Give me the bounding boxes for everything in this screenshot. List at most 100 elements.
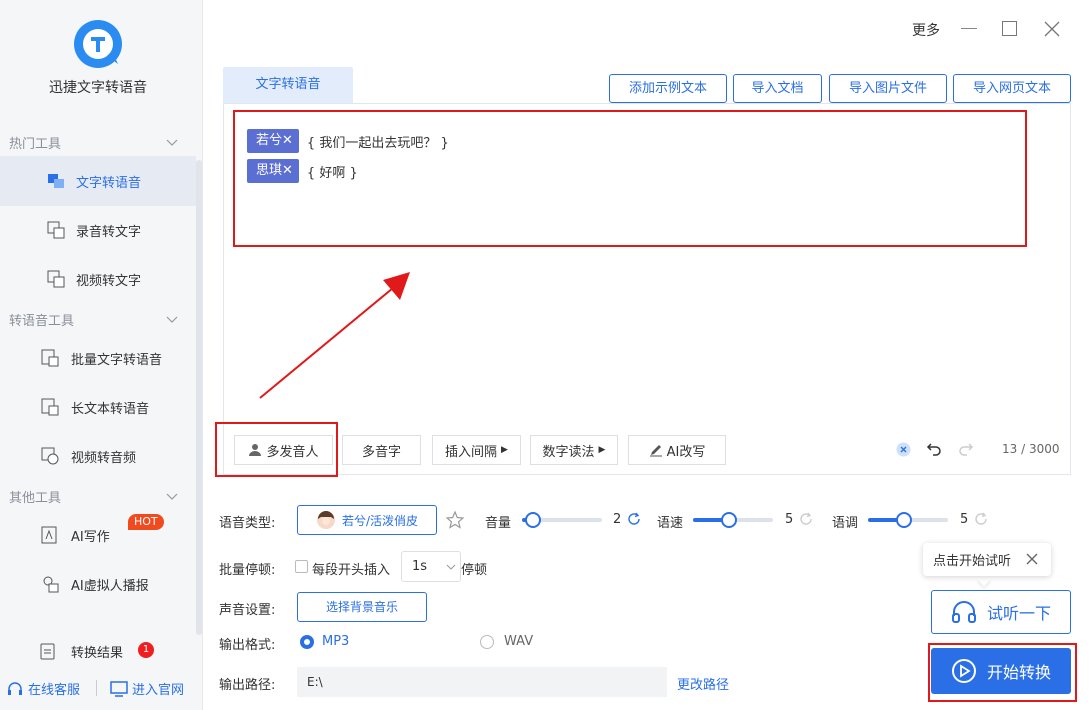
number-reading-label: 数字读法	[542, 444, 595, 460]
batch-pause-label: 批量停顿:	[219, 563, 276, 578]
batch-pause-text: 每段开头插入	[312, 563, 391, 578]
number-reading-button[interactable]: 数字读法 ▶	[530, 435, 618, 465]
sidebar-item-label: 文字转语音	[76, 175, 142, 191]
sidebar-scrollbar[interactable]	[196, 160, 202, 635]
voice-name: 若兮/活泼俏皮	[341, 513, 419, 528]
video-to-text-icon	[47, 270, 65, 288]
import-image-button[interactable]: 导入图片文件	[829, 74, 947, 103]
monitor-icon	[110, 680, 128, 697]
divider	[96, 680, 97, 696]
insert-pause-button[interactable]: 插入间隔 ▶	[432, 435, 521, 465]
chevron-down-icon[interactable]	[165, 312, 179, 326]
sidebar-item-results[interactable]: 转换结果	[0, 626, 196, 676]
start-convert-label: 开始转换	[986, 663, 1051, 682]
more-menu[interactable]: 更多	[912, 20, 940, 40]
pause-duration-select[interactable]: 1s	[401, 551, 461, 582]
sidebar-item-text-to-speech[interactable]: 文字转语音	[0, 156, 196, 206]
sidebar-item-batch-text-to-speech[interactable]: 批量文字转语音	[0, 333, 196, 383]
minimize-button[interactable]	[961, 28, 977, 29]
import-web-text-button[interactable]: 导入网页文本	[953, 74, 1071, 103]
voice-select-button[interactable]: 若兮/活泼俏皮	[297, 505, 437, 535]
caret-right-icon: ▶	[598, 445, 606, 455]
speed-value: 5	[785, 512, 794, 527]
tab-text-to-speech[interactable]: 文字转语音	[223, 67, 353, 103]
pitch-label: 语调	[832, 516, 859, 531]
chevron-down-icon[interactable]	[165, 489, 179, 503]
sidebar-item-video-to-audio[interactable]: 视频转音频	[0, 431, 196, 481]
recording-to-text-icon	[47, 221, 65, 239]
import-document-button[interactable]: 导入文档	[733, 74, 822, 103]
text-to-speech-icon	[48, 174, 64, 188]
sidebar-item-recording-to-text[interactable]: 录音转文字	[0, 205, 196, 255]
sidebar-item-ai-avatar[interactable]: AI虚拟人播报	[0, 559, 196, 609]
clear-icon[interactable]	[896, 442, 911, 457]
caret-right-icon: ▶	[501, 445, 508, 455]
preview-listen-label: 试听一下	[986, 604, 1051, 623]
close-icon[interactable]	[1026, 553, 1038, 565]
sidebar-item-video-to-text[interactable]: 视频转文字	[0, 254, 196, 304]
star-icon[interactable]	[446, 511, 464, 529]
add-sample-text-button[interactable]: 添加示例文本	[609, 74, 727, 103]
sidebar-item-label: AI写作	[71, 529, 110, 545]
close-icon[interactable]	[1043, 20, 1061, 38]
change-path-link[interactable]: 更改路径	[677, 674, 729, 693]
start-convert-button[interactable]: 开始转换	[931, 648, 1071, 694]
speed-knob[interactable]	[721, 512, 737, 528]
preview-listen-button[interactable]: 试听一下	[931, 590, 1071, 634]
clipboard-icon	[40, 643, 55, 660]
output-path-field[interactable]: E:\	[297, 667, 667, 697]
hot-badge: HOT	[128, 514, 164, 530]
volume-knob[interactable]	[525, 512, 541, 528]
section-speech-tools: 转语音工具	[9, 314, 75, 329]
pause-duration-value: 1s	[412, 559, 428, 574]
volume-slider[interactable]	[522, 512, 602, 528]
headphones-icon	[951, 601, 976, 623]
chevron-down-icon[interactable]	[165, 135, 179, 149]
redo-icon[interactable]	[957, 441, 974, 457]
char-counter: 13 / 3000	[1002, 442, 1060, 456]
app-name: 迅捷文字转语音	[49, 80, 147, 96]
output-path-label: 输出路径:	[219, 678, 276, 693]
pitch-knob[interactable]	[896, 512, 912, 528]
section-hot-tools: 热门工具	[9, 137, 62, 152]
listen-tooltip: 点击开始试听	[923, 543, 1051, 576]
online-support-link[interactable]: 在线客服	[6, 679, 80, 698]
avatar	[316, 511, 335, 529]
reset-icon[interactable]	[627, 512, 641, 526]
ai-write-icon	[41, 526, 57, 544]
sidebar-item-label: 转换结果	[71, 645, 124, 661]
speed-slider[interactable]	[693, 512, 773, 528]
website-link[interactable]: 进入官网	[110, 679, 184, 698]
pause-suffix: 停顿	[461, 563, 488, 578]
wav-radio[interactable]	[480, 635, 494, 649]
highlight-box	[233, 110, 1027, 247]
select-bgm-button[interactable]: 选择背景音乐	[297, 592, 427, 622]
headset-icon	[8, 681, 22, 695]
online-support-label: 在线客服	[28, 683, 81, 698]
ai-rewrite-label: AI改写	[666, 444, 706, 460]
sidebar-item-label: AI虚拟人播报	[71, 578, 149, 594]
polyphone-button[interactable]: 多音字	[342, 435, 421, 465]
volume-value: 2	[613, 512, 622, 527]
video-audio-icon	[41, 447, 59, 465]
maximize-button[interactable]	[1002, 21, 1017, 36]
website-label: 进入官网	[132, 683, 185, 698]
batch-pause-checkbox[interactable]	[295, 560, 308, 573]
wav-label: WAV	[504, 634, 534, 649]
output-format-label: 输出格式:	[219, 638, 276, 653]
ai-rewrite-button[interactable]: AI改写	[628, 435, 726, 465]
sound-settings-label: 声音设置:	[219, 603, 276, 618]
results-count-badge: 1	[138, 642, 154, 658]
mp3-radio[interactable]	[300, 635, 314, 649]
app-logo	[74, 20, 122, 68]
volume-label: 音量	[485, 516, 512, 531]
sidebar-item-long-text-to-speech[interactable]: 长文本转语音	[0, 382, 196, 432]
play-circle-icon	[951, 659, 976, 683]
reset-icon[interactable]	[974, 512, 988, 526]
reset-icon[interactable]	[799, 512, 813, 526]
undo-icon[interactable]	[926, 441, 943, 457]
sidebar-item-ai-writing[interactable]: AI写作	[0, 510, 196, 560]
pen-icon	[649, 445, 662, 457]
pitch-slider[interactable]	[868, 512, 948, 528]
voice-type-label: 语音类型:	[219, 516, 276, 531]
